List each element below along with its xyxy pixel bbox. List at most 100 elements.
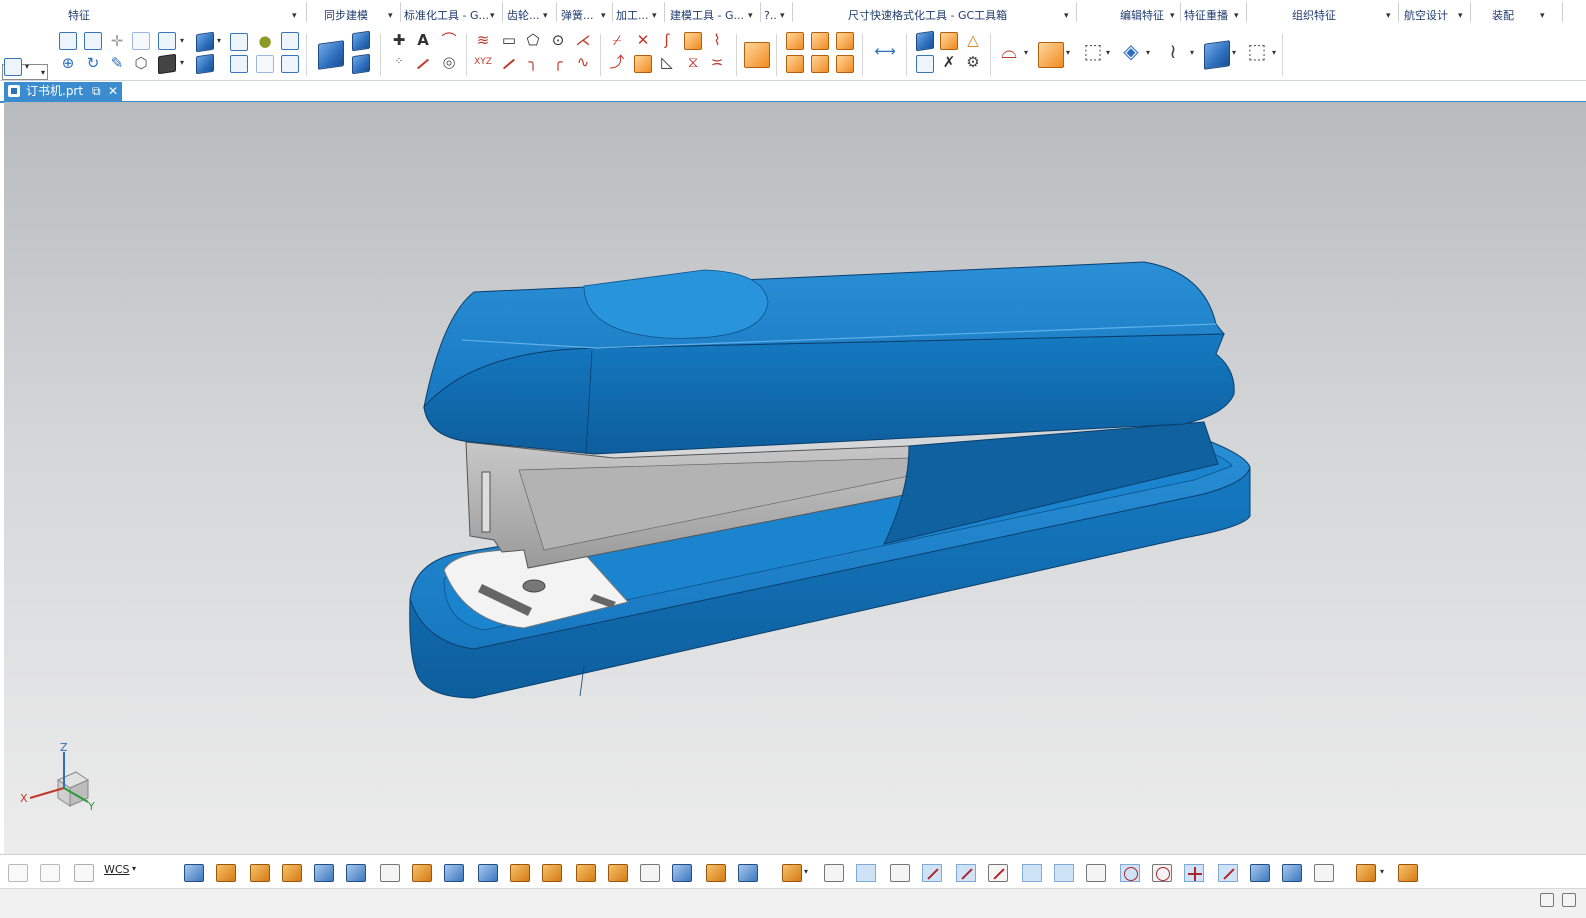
chevron-down-icon[interactable]: ▾	[652, 8, 657, 24]
pan-icon[interactable]: ✛	[108, 32, 126, 50]
chevron-down-icon[interactable]: ▾	[217, 36, 221, 45]
group-organize-feature[interactable]: 组织特征 ▾	[1292, 8, 1394, 24]
offset-curve-icon[interactable]: ≋	[474, 31, 492, 49]
gc-tool-4-icon[interactable]	[786, 55, 804, 73]
snap-bounded-icon[interactable]	[1282, 864, 1302, 882]
curve-length-icon[interactable]: ʃ	[658, 31, 676, 49]
chevron-down-icon[interactable]: ▾	[1066, 48, 1070, 57]
snap-endpoint-icon[interactable]	[922, 864, 942, 882]
brush-icon[interactable]: ✎	[108, 54, 126, 72]
group-edit-feature[interactable]: 编辑特征 ▾	[1120, 8, 1178, 24]
select-connected-icon[interactable]	[738, 864, 758, 882]
select-region-icon[interactable]	[314, 864, 334, 882]
shaded-edges-icon[interactable]	[158, 53, 176, 75]
gc-tool-2-icon[interactable]	[811, 32, 829, 50]
graphics-viewport[interactable]: Z X Y	[4, 102, 1586, 854]
select-adjacent-icon[interactable]	[706, 864, 726, 882]
selection-region-icon[interactable]: ⬚	[1244, 41, 1270, 68]
select-sheet-icon[interactable]	[216, 864, 236, 882]
shaded-icon[interactable]	[196, 53, 214, 75]
select-tangent-icon[interactable]	[346, 864, 366, 882]
orient-view-icon[interactable]	[230, 33, 248, 51]
point-icon[interactable]: ✚	[390, 31, 408, 49]
delete-feature-icon[interactable]: ✗	[940, 53, 958, 71]
hidden-line-icon[interactable]	[256, 55, 274, 73]
select-pocket-icon[interactable]	[542, 864, 562, 882]
chevron-down-icon[interactable]: ▾	[1272, 48, 1276, 57]
text-icon[interactable]: A	[414, 31, 432, 49]
render-style-icon[interactable]	[196, 31, 214, 53]
group-machining[interactable]: 加工... ▾	[616, 8, 660, 24]
stapler-model[interactable]	[4, 102, 1586, 854]
chevron-down-icon[interactable]: ▾	[1146, 48, 1150, 57]
chevron-down-icon[interactable]: ▾	[1232, 48, 1236, 57]
spline-icon[interactable]: ∿	[574, 53, 592, 71]
chevron-down-icon[interactable]: ▾	[1064, 8, 1069, 24]
trim-curve-icon[interactable]: ⌿	[608, 31, 626, 49]
wrap-curve-icon[interactable]: ≍	[708, 53, 726, 71]
group-unknown[interactable]: ?.. ▾	[764, 8, 788, 24]
wcs-rotate-icon[interactable]	[74, 864, 94, 882]
snap-curve-icon[interactable]	[988, 864, 1008, 882]
extend-icon[interactable]: ⤴	[608, 53, 626, 71]
polygon-icon[interactable]: ⬠	[524, 31, 542, 49]
basic-line-icon[interactable]	[500, 55, 518, 73]
project-curve-icon[interactable]: ⋌	[574, 31, 592, 49]
perspective-icon[interactable]: ⬡	[132, 54, 150, 72]
chevron-down-icon[interactable]: ▾	[180, 36, 184, 45]
chevron-down-icon[interactable]: ▾	[1540, 8, 1545, 24]
chevron-down-icon[interactable]: ▾	[292, 8, 297, 24]
group-assembly[interactable]: 装配 ▾	[1492, 8, 1548, 24]
snap-on-face-icon[interactable]	[1250, 864, 1270, 882]
chevron-down-icon[interactable]: ▾	[601, 8, 606, 24]
chevron-down-icon[interactable]: ▾	[388, 8, 393, 24]
close-tab-icon[interactable]: ✕	[108, 82, 118, 101]
fillet-curve-icon[interactable]: ╮	[524, 53, 542, 71]
join-curve-icon[interactable]: ⌇	[708, 31, 726, 49]
select-rib-icon[interactable]	[444, 864, 464, 882]
filter-icon[interactable]	[782, 864, 802, 882]
gc-tool-3-icon[interactable]	[836, 32, 854, 50]
sketch-profile-icon[interactable]: ⌓	[996, 41, 1022, 68]
snap-center-icon[interactable]	[1120, 864, 1140, 882]
select-chain-icon[interactable]	[412, 864, 432, 882]
helix-icon[interactable]: ◎	[440, 53, 458, 71]
wcs-dynamic-icon[interactable]	[40, 864, 60, 882]
chevron-down-icon[interactable]: ▾	[780, 8, 785, 24]
group-modeling-tools[interactable]: 建模工具 - G... ▾	[670, 8, 756, 24]
divide-curve-icon[interactable]: ✕	[634, 31, 652, 49]
chevron-down-icon[interactable]: ▾	[25, 62, 29, 71]
select-blend-icon[interactable]	[478, 864, 498, 882]
gc-tool-6-icon[interactable]	[836, 55, 854, 73]
explode-view-icon[interactable]	[281, 55, 299, 73]
chevron-down-icon[interactable]: ▾	[804, 867, 808, 876]
select-boundary-icon[interactable]	[380, 864, 400, 882]
layer-icon[interactable]	[1356, 864, 1376, 882]
chevron-down-icon[interactable]: ▾	[1458, 8, 1463, 24]
replay-icon[interactable]	[916, 55, 934, 73]
chevron-down-icon[interactable]: ▾	[1380, 867, 1384, 876]
line-icon[interactable]	[414, 55, 432, 73]
select-feature-face-icon[interactable]	[282, 864, 302, 882]
group-feature[interactable]: 特征 ▾	[68, 8, 300, 24]
snap-intersection-icon[interactable]	[1022, 864, 1042, 882]
restore-view-icon[interactable]	[132, 32, 150, 50]
wireframe-icon[interactable]	[230, 55, 248, 73]
reorder-icon[interactable]: △	[964, 31, 982, 49]
select-face-icon[interactable]	[184, 864, 204, 882]
edit-param-icon[interactable]	[940, 32, 958, 50]
snap-midpoint-icon[interactable]	[890, 864, 910, 882]
chevron-down-icon[interactable]: ▾	[543, 8, 548, 24]
ellipse-icon[interactable]: ⊙	[549, 31, 567, 49]
snap-point-icon[interactable]	[1184, 864, 1204, 882]
wcs-dropdown[interactable]: WCS	[104, 863, 130, 876]
snap-tangent-icon[interactable]	[1086, 864, 1106, 882]
group-gear[interactable]: 齿轮... ▾	[507, 8, 551, 24]
sphere-light-icon[interactable]: ●	[256, 32, 274, 50]
gc-tool-1-icon[interactable]	[786, 32, 804, 50]
selection-box-icon[interactable]: ⬚	[1080, 41, 1106, 68]
law-curve-icon[interactable]: XYZ	[474, 53, 492, 71]
rectangle-icon[interactable]: ▭	[500, 31, 518, 49]
snap-spline-icon[interactable]	[1054, 864, 1074, 882]
offset-region-icon[interactable]	[352, 53, 370, 75]
